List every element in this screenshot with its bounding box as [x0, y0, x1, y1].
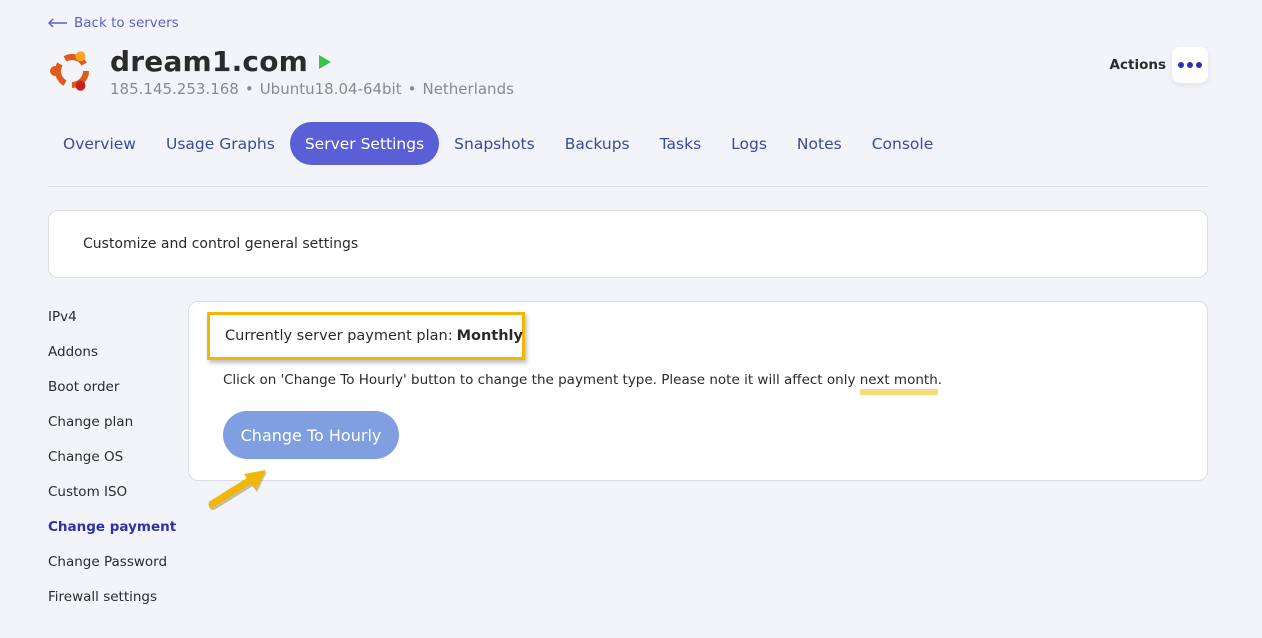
- payment-plan-value: Monthly: [456, 328, 523, 344]
- payment-note-end: .: [937, 372, 943, 388]
- sidenav-item-custom-iso[interactable]: Custom ISO: [48, 475, 188, 510]
- server-location: Netherlands: [422, 80, 514, 98]
- ubuntu-logo-icon: [50, 51, 89, 91]
- payment-plan-highlight: Currently server payment plan: Monthly: [207, 312, 525, 360]
- tab-backups[interactable]: Backups: [550, 122, 645, 165]
- tab-usage-graphs[interactable]: Usage Graphs: [151, 122, 290, 165]
- sidenav-item-change-plan[interactable]: Change plan: [48, 405, 188, 440]
- settings-intro-text: Customize and control general settings: [83, 236, 359, 252]
- sidenav-item-change-password[interactable]: Change Password: [48, 545, 188, 580]
- payment-note-text: Click on 'Change To Hourly' button to ch…: [223, 372, 856, 388]
- actions-label: Actions: [1109, 57, 1166, 73]
- payment-plan-label: Currently server payment plan:: [225, 328, 453, 344]
- settings-sidenav: IPv4 Addons Boot order Change plan Chang…: [48, 300, 188, 615]
- change-to-hourly-button[interactable]: Change To Hourly: [223, 411, 399, 459]
- payment-note: Click on 'Change To Hourly' button to ch…: [223, 372, 942, 388]
- sidenav-item-boot-order[interactable]: Boot order: [48, 370, 188, 405]
- settings-intro-card: Customize and control general settings: [48, 210, 1208, 278]
- sidenav-item-addons[interactable]: Addons: [48, 335, 188, 370]
- back-to-servers-link[interactable]: Back to servers: [48, 15, 179, 31]
- tab-logs[interactable]: Logs: [716, 122, 782, 165]
- separator: •: [407, 80, 417, 98]
- tab-overview[interactable]: Overview: [48, 122, 151, 165]
- separator: •: [244, 80, 254, 98]
- sidenav-item-firewall-settings[interactable]: Firewall settings: [48, 580, 188, 615]
- tab-notes[interactable]: Notes: [782, 122, 857, 165]
- arrow-annotation-icon: [208, 470, 267, 510]
- payment-note-highlight: next month: [859, 372, 938, 388]
- server-ip: 185.145.253.168: [110, 80, 239, 98]
- back-to-servers-label: Back to servers: [74, 15, 179, 31]
- server-tabs: Overview Usage Graphs Server Settings Sn…: [48, 122, 948, 165]
- sidenav-item-change-os[interactable]: Change OS: [48, 440, 188, 475]
- server-os: Ubuntu18.04-64bit: [259, 80, 402, 98]
- divider: [48, 186, 1208, 187]
- server-details: 185.145.253.168 • Ubuntu18.04-64bit • Ne…: [110, 80, 514, 98]
- tab-server-settings[interactable]: Server Settings: [289, 122, 440, 165]
- sidenav-item-change-payment[interactable]: Change payment: [48, 510, 188, 545]
- play-icon[interactable]: [318, 54, 332, 70]
- server-title-block: dream1.com 185.145.253.168 • Ubuntu18.04…: [110, 44, 514, 98]
- more-horizontal-icon[interactable]: [1172, 47, 1208, 83]
- actions-menu[interactable]: Actions: [1110, 47, 1208, 83]
- server-header: dream1.com 185.145.253.168 • Ubuntu18.04…: [48, 44, 514, 98]
- arrow-left-icon: [48, 18, 67, 28]
- tab-tasks[interactable]: Tasks: [645, 122, 717, 165]
- sidenav-item-ipv4[interactable]: IPv4: [48, 300, 188, 335]
- change-payment-panel: Currently server payment plan: Monthly C…: [188, 301, 1208, 481]
- server-name: dream1.com: [110, 45, 309, 78]
- tab-snapshots[interactable]: Snapshots: [439, 122, 550, 165]
- tab-console[interactable]: Console: [857, 122, 949, 165]
